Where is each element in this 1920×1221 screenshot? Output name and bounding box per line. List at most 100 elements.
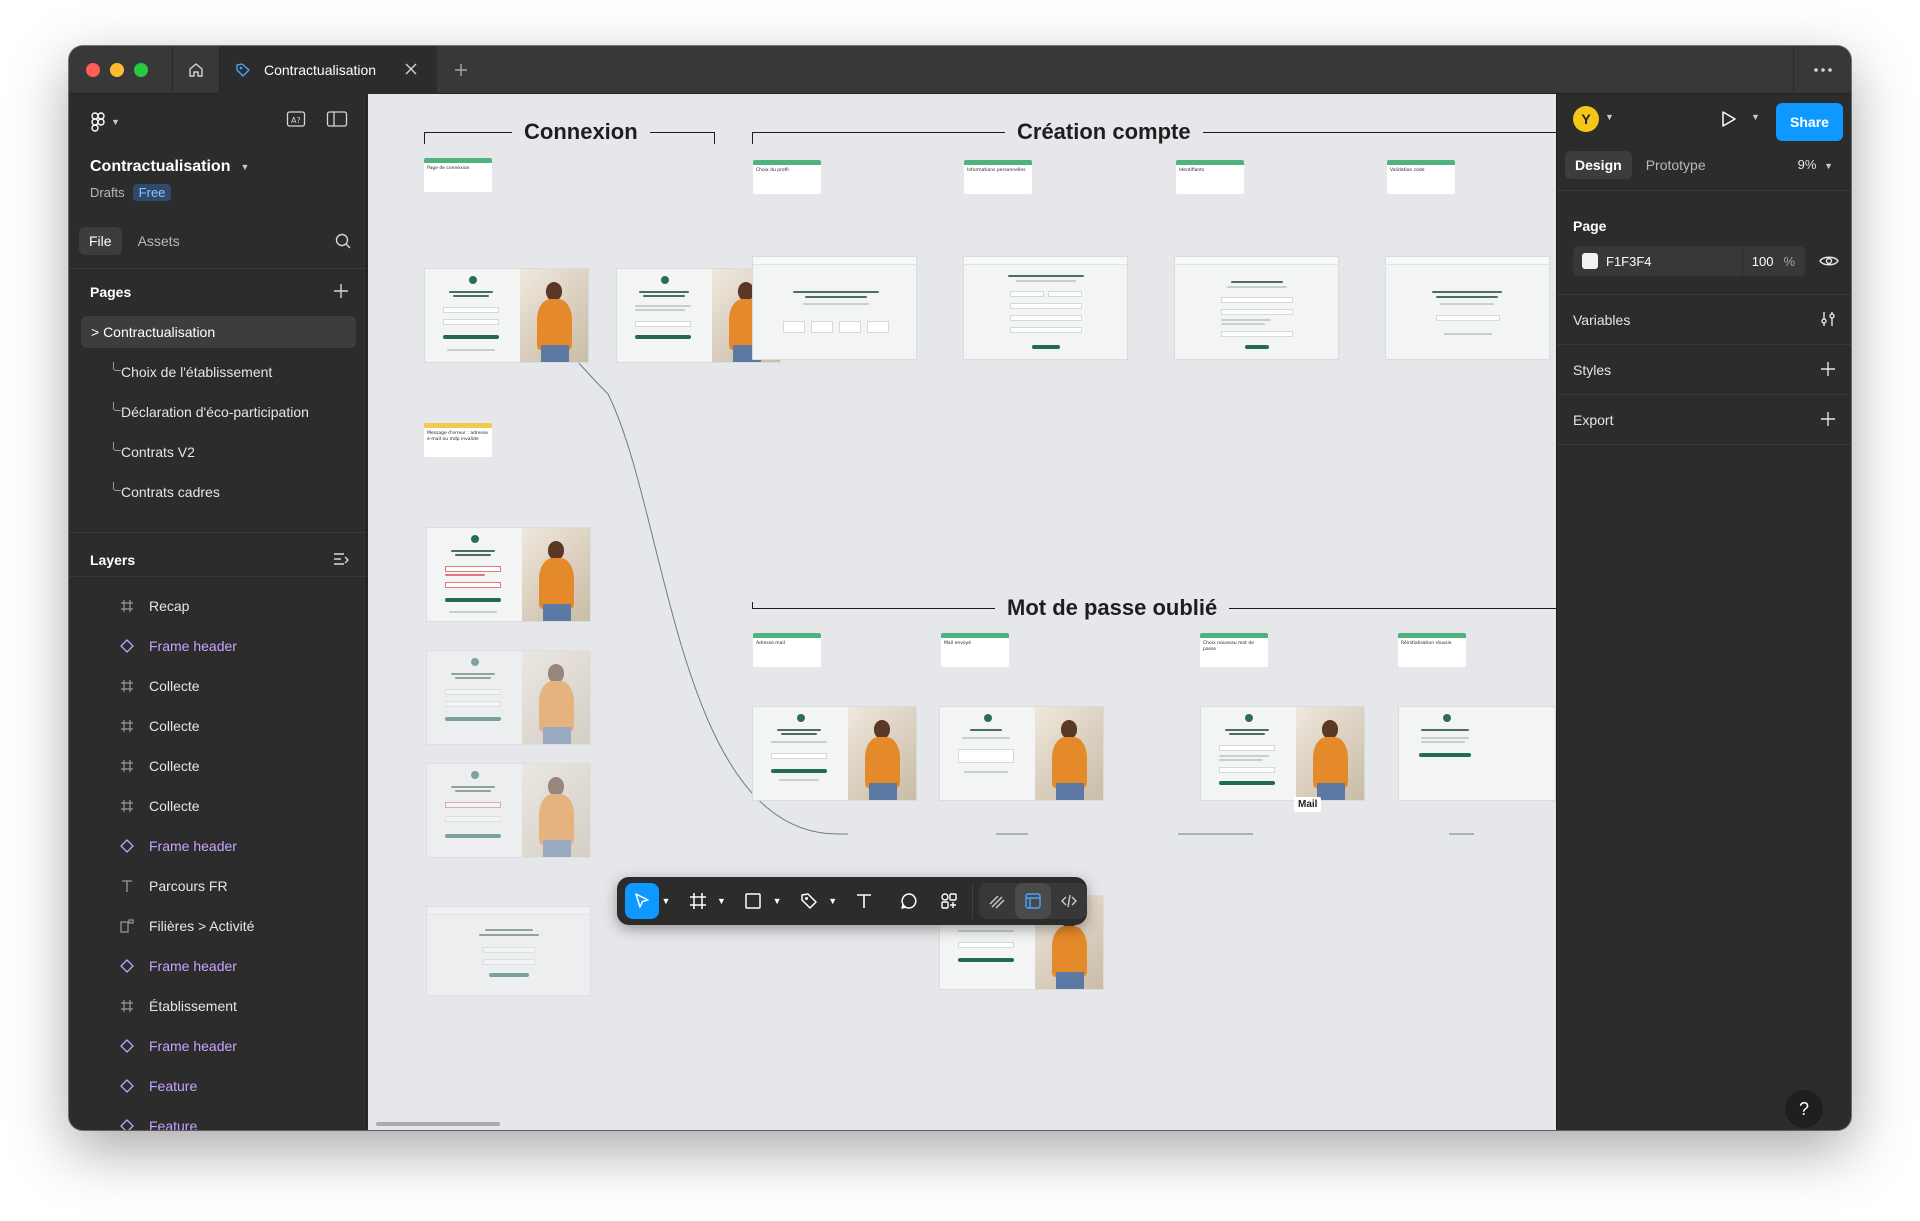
move-tool-button[interactable] (625, 883, 660, 919)
zoom-dropdown[interactable]: 9% ▼ (1798, 157, 1833, 172)
layer-item[interactable]: Frame header (69, 1030, 366, 1062)
eye-icon[interactable] (1819, 253, 1839, 269)
plan-badge[interactable]: Free (132, 184, 172, 201)
tab-design[interactable]: Design (1565, 151, 1632, 179)
chevron-down-icon[interactable]: ▼ (659, 883, 672, 919)
frame-label[interactable]: Informations personnelles (964, 160, 1032, 194)
layer-item[interactable]: Établissement (69, 990, 366, 1022)
close-tab-icon[interactable] (403, 61, 419, 77)
frame-thumbnail[interactable] (939, 706, 1104, 801)
avatar[interactable]: Y (1573, 106, 1599, 132)
color-swatch[interactable] (1582, 253, 1598, 269)
canvas[interactable]: Connexion Création compte Mot de passe o… (368, 94, 1556, 1130)
design-mode-button[interactable] (1015, 883, 1052, 919)
horizontal-scrollbar[interactable] (376, 1122, 500, 1126)
frame-thumbnail[interactable] (752, 256, 917, 360)
frame-thumbnail[interactable] (752, 706, 917, 801)
chevron-down-icon[interactable]: ▼ (1605, 112, 1614, 122)
chevron-down-icon[interactable]: ▼ (715, 883, 728, 919)
section-title-creation-compte[interactable]: Création compte (1005, 119, 1203, 145)
help-button[interactable]: ? (1785, 1090, 1823, 1128)
layer-item[interactable]: Recap (69, 590, 366, 622)
frame-label[interactable]: Adresse mail (753, 633, 821, 667)
new-tab-button[interactable] (449, 58, 473, 82)
layer-item[interactable]: Feature (69, 1110, 366, 1130)
variables-row[interactable]: Variables (1557, 295, 1851, 345)
frame-thumbnail[interactable] (1174, 256, 1339, 360)
chevron-down-icon[interactable]: ▼ (770, 883, 783, 919)
frame-label[interactable]: Choix du profil (753, 160, 821, 194)
tab-assets[interactable]: Assets (128, 227, 190, 255)
layer-item[interactable]: Feature (69, 1070, 366, 1102)
frame-tool-button[interactable] (681, 883, 715, 919)
color-hex-input[interactable]: F1F3F4 (1606, 254, 1742, 269)
styles-row[interactable]: Styles (1557, 345, 1851, 395)
frame-thumbnail[interactable] (963, 256, 1128, 360)
layer-item[interactable]: Collecte (69, 750, 366, 782)
dev-mode-button[interactable] (1051, 883, 1087, 919)
section-title-mot-de-passe-oublie[interactable]: Mot de passe oublié (995, 595, 1230, 621)
frame-label[interactable]: Réinitialisation réussie (1398, 633, 1466, 667)
frame-label[interactable]: Page de connexion (424, 158, 492, 192)
chevron-down-icon[interactable]: ▼ (826, 883, 839, 919)
frame-thumbnail[interactable] (1200, 706, 1365, 801)
tab-file[interactable]: File (79, 227, 122, 255)
layer-item[interactable]: Frame header (69, 630, 366, 662)
toggle-sidebar-icon[interactable] (326, 110, 348, 128)
layer-item[interactable]: Collecte (69, 670, 366, 702)
frame-label[interactable]: Validation code (1387, 160, 1455, 194)
text-tool-button[interactable] (847, 883, 881, 919)
frame-label[interactable]: Mail envoyé (941, 633, 1009, 667)
frame-thumbnail[interactable] (426, 763, 591, 858)
pen-tool-button[interactable] (792, 883, 826, 919)
project-title[interactable]: Contractualisation ▼ (90, 158, 249, 176)
frame-thumbnail[interactable] (1385, 256, 1550, 360)
page-item-contrats-cadres[interactable]: Contrats cadres (81, 476, 356, 508)
frame-thumbnail[interactable] (424, 268, 589, 363)
frame-label[interactable]: Identifiants (1176, 160, 1244, 194)
draw-mode-button[interactable] (979, 883, 1015, 919)
export-row[interactable]: Export (1557, 395, 1851, 445)
ai-translate-icon[interactable]: A? (286, 110, 306, 128)
frame-thumbnail[interactable] (426, 906, 591, 996)
shape-tool-button[interactable] (736, 883, 770, 919)
main-menu-button[interactable]: ▼ (91, 112, 120, 132)
layer-item[interactable]: Frame header (69, 950, 366, 982)
frame-thumbnail[interactable] (426, 527, 591, 622)
layer-item[interactable]: Frame header (69, 830, 366, 862)
actions-tool-button[interactable] (932, 883, 966, 919)
present-play-icon[interactable] (1717, 108, 1739, 130)
page-item-declaration[interactable]: Déclaration d'éco-participation (81, 396, 356, 428)
page-item-choix-etablissement[interactable]: Choix de l'établissement (81, 356, 356, 388)
add-export-icon[interactable] (1819, 410, 1837, 428)
page-item-contractualisation[interactable]: > Contractualisation (81, 316, 356, 348)
variables-icon[interactable] (1819, 310, 1837, 328)
collapse-layers-icon[interactable] (332, 550, 350, 568)
section-title-connexion[interactable]: Connexion (512, 119, 650, 145)
add-style-icon[interactable] (1819, 360, 1837, 378)
chevron-down-icon[interactable]: ▼ (1751, 112, 1760, 122)
frame-label[interactable]: Choix nouveau mot de passe (1200, 633, 1268, 667)
page-item-contrats-v2[interactable]: Contrats V2 (81, 436, 356, 468)
frame-thumbnail[interactable] (426, 650, 591, 745)
home-button[interactable] (172, 46, 220, 94)
page-fill-field[interactable]: F1F3F4 100 % (1573, 246, 1805, 276)
more-menu-button[interactable] (1793, 46, 1851, 94)
layer-item[interactable]: Collecte (69, 790, 366, 822)
layer-item[interactable]: Filières > Activité (69, 910, 366, 942)
share-button[interactable]: Share (1776, 103, 1843, 141)
frame-thumbnail[interactable] (1398, 706, 1556, 801)
zoom-window-button[interactable] (134, 63, 148, 77)
opacity-input[interactable]: 100 % (1743, 254, 1805, 269)
layer-item[interactable]: Collecte (69, 710, 366, 742)
minimize-window-button[interactable] (110, 63, 124, 77)
layer-item[interactable]: Parcours FR (69, 870, 366, 902)
location-text[interactable]: Drafts (90, 185, 125, 200)
comment-tool-button[interactable] (892, 883, 926, 919)
add-page-icon[interactable] (332, 282, 350, 300)
search-icon[interactable] (334, 232, 352, 250)
tab-contractualisation[interactable]: Contractualisation (220, 46, 437, 94)
frame-label[interactable]: Message d'erreur : adresse e-mail ou mdp… (424, 423, 492, 457)
close-window-button[interactable] (86, 63, 100, 77)
tab-prototype[interactable]: Prototype (1636, 151, 1716, 179)
